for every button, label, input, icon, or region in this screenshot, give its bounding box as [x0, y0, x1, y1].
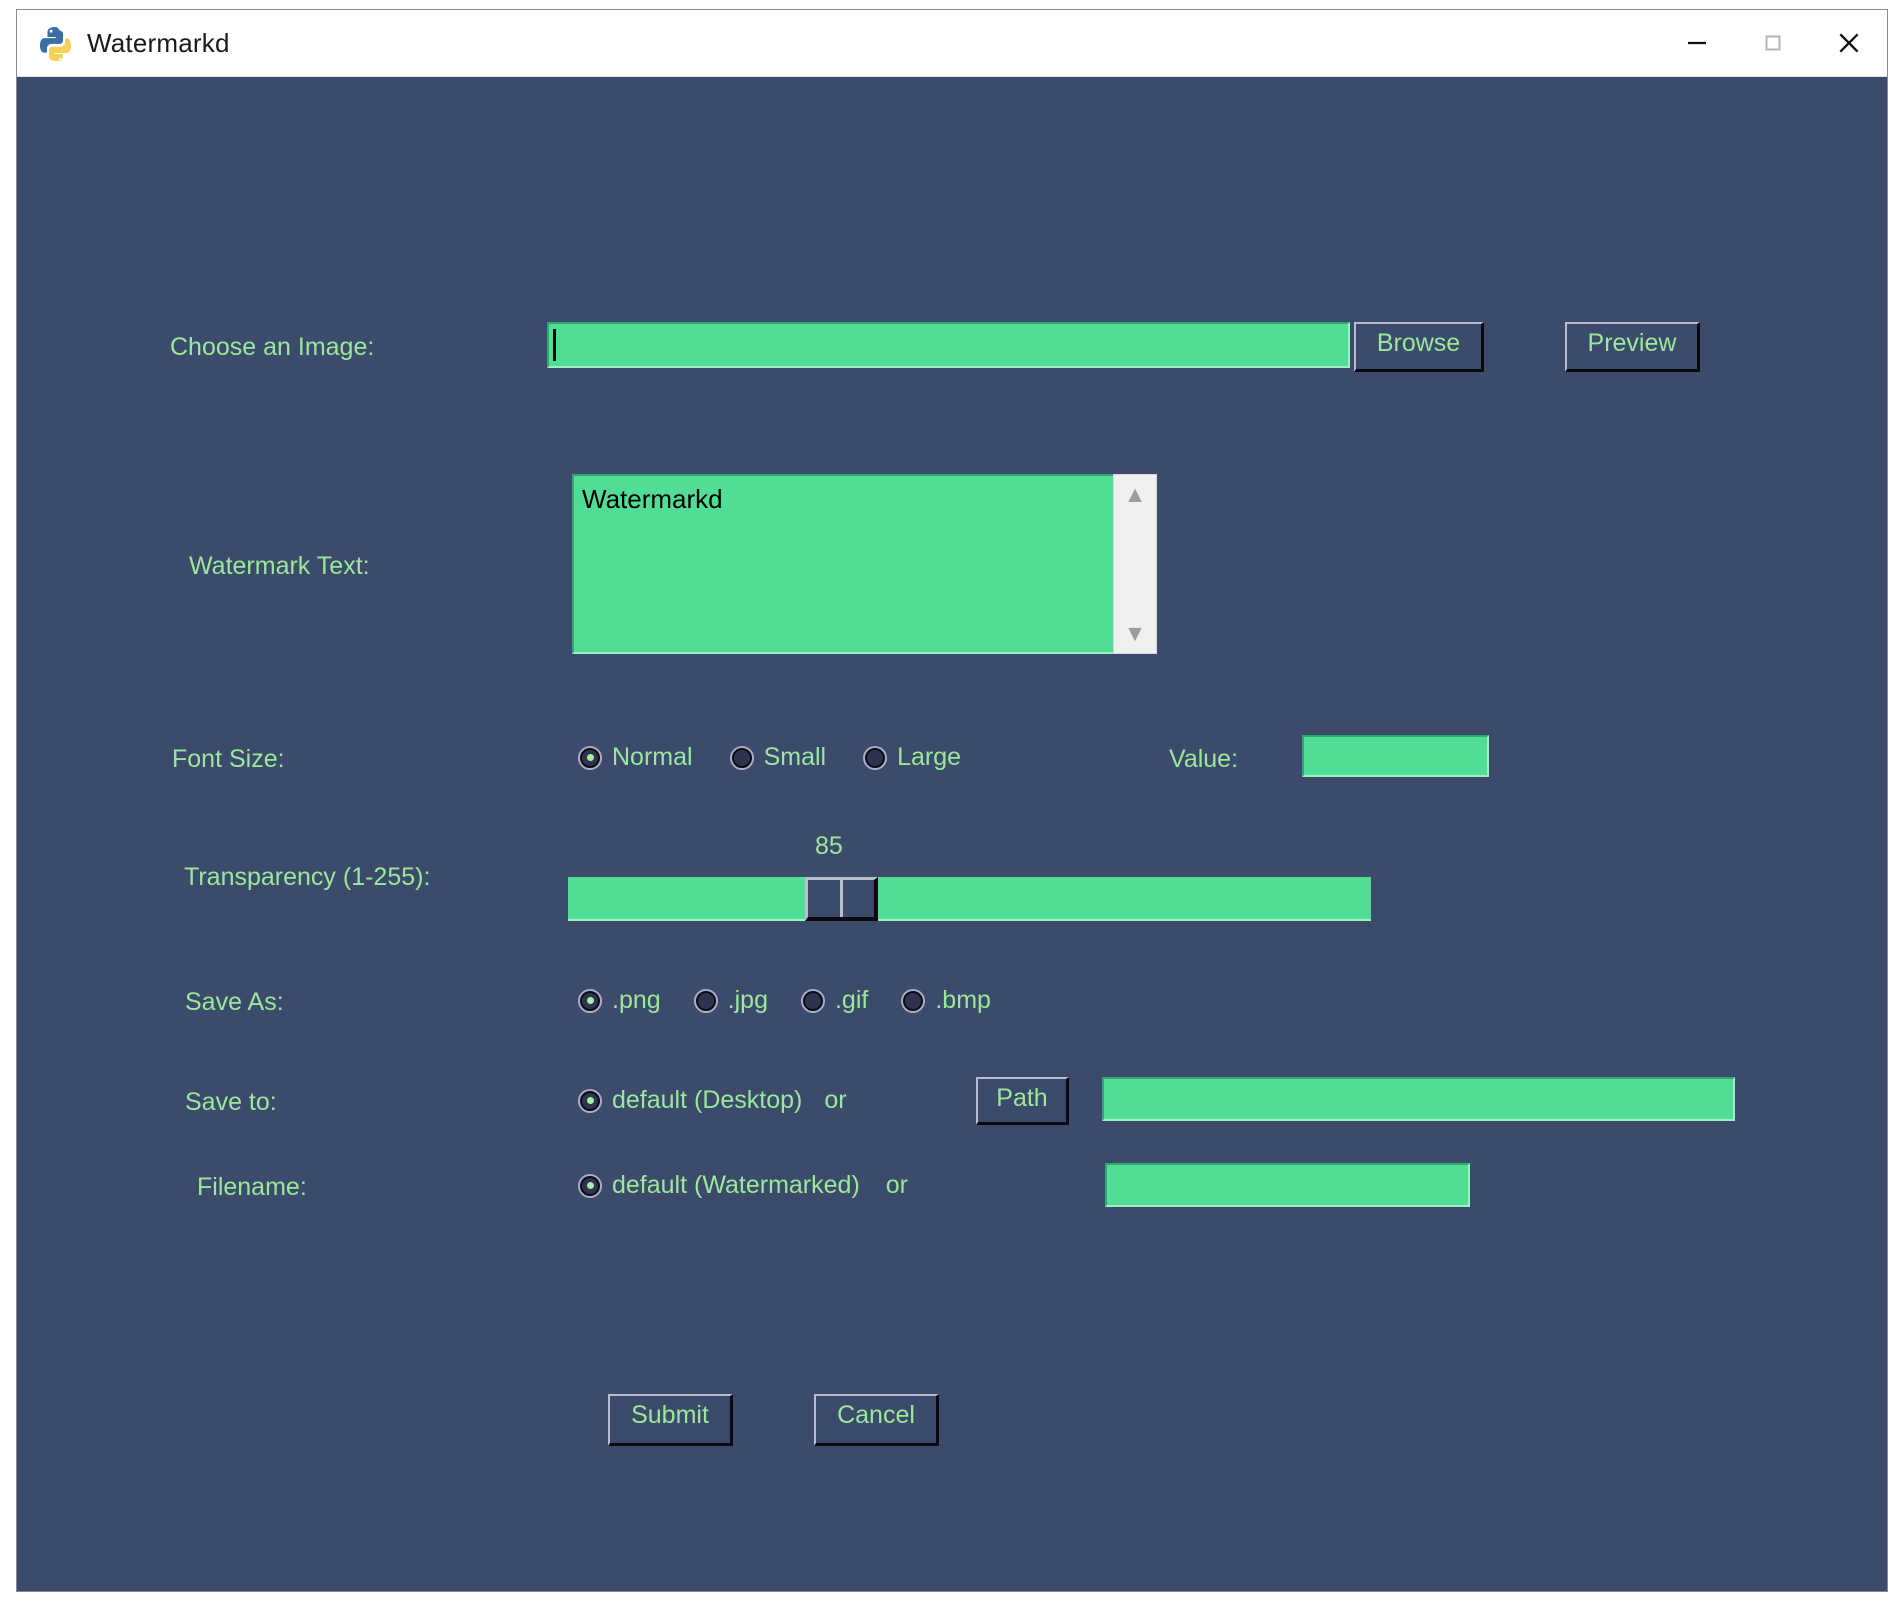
font-size-label-wrap: Font Size:	[172, 747, 285, 772]
save-as-option-gif-label: .gif	[835, 988, 868, 1013]
font-size-option-large[interactable]: Large	[864, 745, 961, 770]
save-to-or-text: or	[824, 1088, 846, 1113]
title-bar-left: Watermarkd	[17, 24, 230, 62]
text-caret	[553, 329, 556, 361]
font-size-radio-group: Normal Small Large	[579, 745, 999, 770]
watermark-text-label: Watermark Text:	[189, 554, 370, 579]
transparency-slider-handle[interactable]	[805, 877, 878, 921]
python-logo-icon	[37, 24, 75, 62]
close-button[interactable]	[1811, 10, 1887, 76]
save-as-option-png-label: .png	[612, 988, 661, 1013]
save-to-option-default-label: default (Desktop)	[612, 1088, 802, 1113]
save-as-option-bmp[interactable]: .bmp	[902, 988, 991, 1013]
save-as-option-jpg-label: .jpg	[728, 988, 768, 1013]
filename-label: Filename:	[197, 1175, 307, 1200]
watermark-text-input[interactable]: Watermarkd	[572, 474, 1113, 654]
choose-image-label-wrap: Choose an Image:	[170, 335, 374, 360]
maximize-icon	[1761, 31, 1785, 55]
font-size-value-input[interactable]	[1302, 735, 1489, 777]
value-label-wrap: Value:	[1169, 747, 1238, 772]
window-title: Watermarkd	[87, 28, 230, 59]
minimize-button[interactable]	[1659, 10, 1735, 76]
save-to-option-default[interactable]: default (Desktop)	[579, 1088, 802, 1113]
save-as-option-png[interactable]: .png	[579, 988, 661, 1013]
font-size-option-small[interactable]: Small	[731, 745, 827, 770]
preview-button[interactable]: Preview	[1565, 322, 1700, 372]
save-as-label: Save As:	[185, 990, 284, 1015]
choose-image-input[interactable]	[547, 322, 1350, 368]
transparency-label-wrap: Transparency (1-255):	[184, 865, 430, 890]
save-as-radio-group: .png .jpg .gif .bmp	[579, 988, 991, 1013]
path-button[interactable]: Path	[976, 1077, 1069, 1125]
filename-label-wrap: Filename:	[197, 1175, 307, 1200]
chevron-down-icon[interactable]: ▼	[1124, 622, 1147, 645]
save-as-option-jpg[interactable]: .jpg	[695, 988, 768, 1013]
save-as-option-gif[interactable]: .gif	[802, 988, 868, 1013]
title-bar: Watermarkd	[17, 10, 1887, 77]
radio-gif-icon[interactable]	[802, 990, 824, 1012]
filename-input[interactable]	[1105, 1163, 1470, 1207]
filename-option-default[interactable]: default (Watermarked)	[579, 1173, 860, 1198]
value-label: Value:	[1169, 747, 1238, 772]
submit-button[interactable]: Submit	[608, 1394, 733, 1446]
transparency-value: 85	[815, 834, 843, 859]
transparency-label: Transparency (1-255):	[184, 865, 430, 890]
transparency-slider[interactable]	[568, 877, 1371, 921]
font-size-option-normal-label: Normal	[612, 745, 693, 770]
chevron-up-icon[interactable]: ▲	[1124, 483, 1147, 506]
maximize-button[interactable]	[1735, 10, 1811, 76]
save-to-label: Save to:	[185, 1090, 277, 1115]
radio-jpg-icon[interactable]	[695, 990, 717, 1012]
radio-small-icon[interactable]	[731, 747, 753, 769]
radio-normal-icon[interactable]	[579, 747, 601, 769]
font-size-label: Font Size:	[172, 747, 285, 772]
cancel-button[interactable]: Cancel	[814, 1394, 939, 1446]
save-as-option-bmp-label: .bmp	[935, 988, 991, 1013]
save-to-path-input[interactable]	[1102, 1077, 1735, 1121]
form-area: Choose an Image: Browse Preview Watermar…	[17, 77, 1887, 1591]
choose-image-label: Choose an Image:	[170, 335, 374, 360]
filename-or-text: or	[886, 1173, 908, 1198]
filename-option-default-label: default (Watermarked)	[612, 1173, 860, 1198]
save-as-label-wrap: Save As:	[185, 990, 284, 1015]
watermark-text-container: Watermarkd ▲ ▼	[572, 474, 1157, 654]
font-size-option-small-label: Small	[764, 745, 827, 770]
minimize-icon	[1685, 31, 1709, 55]
application-window: Watermarkd Choose an Ima	[16, 9, 1888, 1592]
radio-save-to-default-icon[interactable]	[579, 1090, 601, 1112]
font-size-option-large-label: Large	[897, 745, 961, 770]
radio-png-icon[interactable]	[579, 990, 601, 1012]
radio-large-icon[interactable]	[864, 747, 886, 769]
save-to-label-wrap: Save to:	[185, 1090, 277, 1115]
window-controls	[1659, 10, 1887, 76]
radio-bmp-icon[interactable]	[902, 990, 924, 1012]
filename-controls: default (Watermarked) or	[579, 1173, 908, 1198]
save-to-controls: default (Desktop) or	[579, 1088, 869, 1113]
browse-button[interactable]: Browse	[1354, 322, 1484, 372]
close-icon	[1836, 30, 1862, 56]
font-size-option-normal[interactable]: Normal	[579, 745, 693, 770]
watermark-text-scrollbar[interactable]: ▲ ▼	[1113, 474, 1157, 654]
radio-filename-default-icon[interactable]	[579, 1175, 601, 1197]
watermark-text-label-wrap: Watermark Text:	[189, 554, 370, 579]
